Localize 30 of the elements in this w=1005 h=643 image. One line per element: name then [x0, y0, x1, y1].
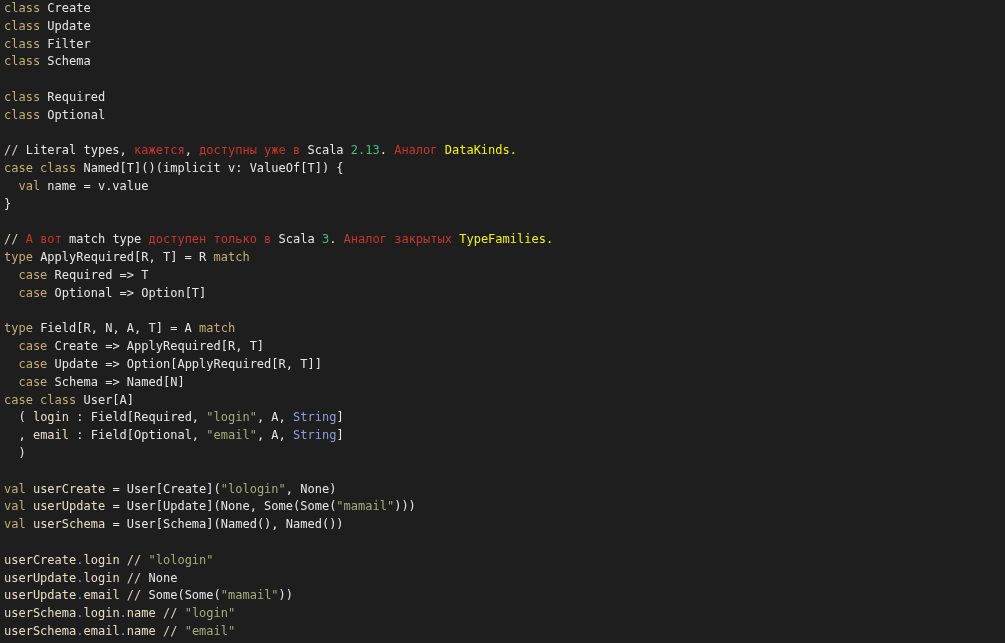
code-line: userCreate.login // "lologin": [4, 551, 214, 569]
code-line: case Schema => Named[N]: [17, 373, 185, 391]
code-line: ( login : Field[Required, "login", A, String]: [17, 409, 344, 427]
code-line: userSchema.login.name // "login": [4, 605, 236, 623]
code-line: type Field[R, N, A, T] = A match: [4, 320, 236, 338]
code-line: case Create => ApplyRequired[R, T]: [17, 338, 265, 356]
code-line: class Filter: [4, 35, 91, 53]
code-line: // Literal types, кажется, доступны уже в Scala 2.13. Аналог DataKinds.: [4, 142, 517, 160]
code-line: case class Named[T]()(implicit v: ValueOf[T]) {: [4, 160, 344, 178]
code-line: case Optional => Option[T]: [17, 284, 207, 302]
code-line: class Optional: [4, 106, 106, 124]
code-line: val userSchema = User[Schema](Named(), Named()): [4, 516, 344, 534]
code-line: class Required: [4, 89, 106, 106]
code-line: class Schema: [4, 53, 91, 71]
code-line: userSchema.email.name // "email": [4, 622, 236, 640]
code-line: case Update => Option[ApplyRequired[R, T]]: [17, 355, 322, 373]
code-line: userUpdate.email // Some(Some("mamail")): [4, 587, 294, 605]
code-line: , email : Field[Optional, "email", A, String]: [17, 427, 344, 445]
code-line: case Required => T: [17, 266, 149, 284]
code-line: type ApplyRequired[R, T] = R match: [4, 249, 250, 267]
code-line: case class User[A]: [4, 391, 135, 409]
code-line: ): [17, 444, 26, 462]
code-line: // А вот match type доступен только в Scala 3. Аналог закрытых TypeFamilies.: [4, 231, 554, 249]
code-line: class Create: [4, 0, 91, 17]
code-line: val name = v.value: [17, 177, 149, 195]
code-line: val userCreate = User[Create]("lologin", None): [4, 480, 337, 498]
code-line: userUpdate.login // None: [4, 569, 178, 587]
code-line: class Update: [4, 17, 91, 35]
code-line: val userUpdate = User[Update](None, Some(Some("mamail"))): [4, 498, 416, 516]
code-line: }: [4, 195, 12, 213]
